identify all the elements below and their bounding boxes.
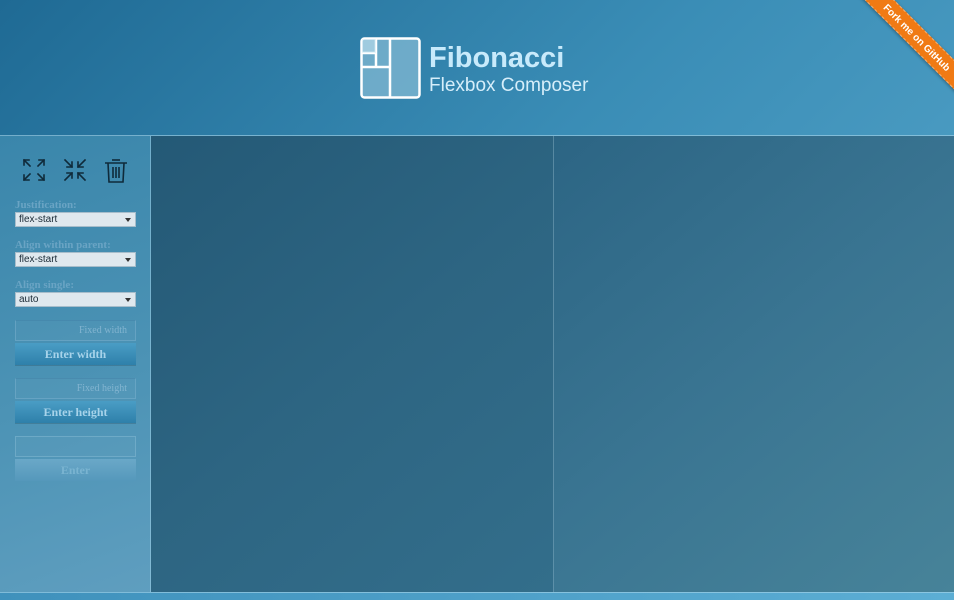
collapse-icon: [63, 158, 87, 182]
flex-box-left[interactable]: [151, 136, 554, 592]
chevron-down-icon: [125, 298, 131, 302]
sidebar: Justification: flex-start Align within p…: [0, 136, 151, 592]
height-input[interactable]: Fixed height: [15, 378, 136, 399]
enter-height-button[interactable]: Enter height: [15, 401, 136, 423]
width-input[interactable]: Fixed width: [15, 320, 136, 341]
enter-button[interactable]: Enter: [15, 459, 136, 481]
generic-input[interactable]: [15, 436, 136, 457]
github-ribbon-container: Fork me on GitHub: [844, 0, 954, 110]
footer-bar: [0, 592, 954, 600]
layout-canvas: [151, 136, 954, 592]
align-single-selected-value: auto: [19, 294, 39, 305]
chevron-down-icon: [125, 218, 131, 222]
expand-button[interactable]: [20, 156, 48, 184]
collapse-button[interactable]: [61, 156, 89, 184]
justification-selected-value: flex-start: [19, 214, 58, 225]
app-title: Fibonacci: [429, 42, 565, 74]
fork-on-github-ribbon[interactable]: Fork me on GitHub: [856, 0, 954, 98]
app-header: Fibonacci Flexbox Composer Fork me on Gi…: [0, 0, 954, 136]
fibonacci-logo-icon: [360, 37, 421, 99]
justification-select[interactable]: flex-start: [15, 212, 136, 227]
delete-button[interactable]: [102, 156, 130, 184]
justification-label: Justification:: [15, 199, 77, 211]
trash-icon: [105, 159, 127, 183]
chevron-down-icon: [125, 258, 131, 262]
align-within-parent-select[interactable]: flex-start: [15, 252, 136, 267]
enter-width-button[interactable]: Enter width: [15, 343, 136, 365]
app-subtitle: Flexbox Composer: [429, 75, 589, 96]
align-single-label: Align single:: [15, 279, 74, 291]
expand-icon: [22, 158, 46, 182]
align-within-parent-selected-value: flex-start: [19, 254, 58, 265]
align-single-select[interactable]: auto: [15, 292, 136, 307]
flex-box-right[interactable]: [554, 136, 954, 592]
align-within-parent-label: Align within parent:: [15, 239, 111, 251]
